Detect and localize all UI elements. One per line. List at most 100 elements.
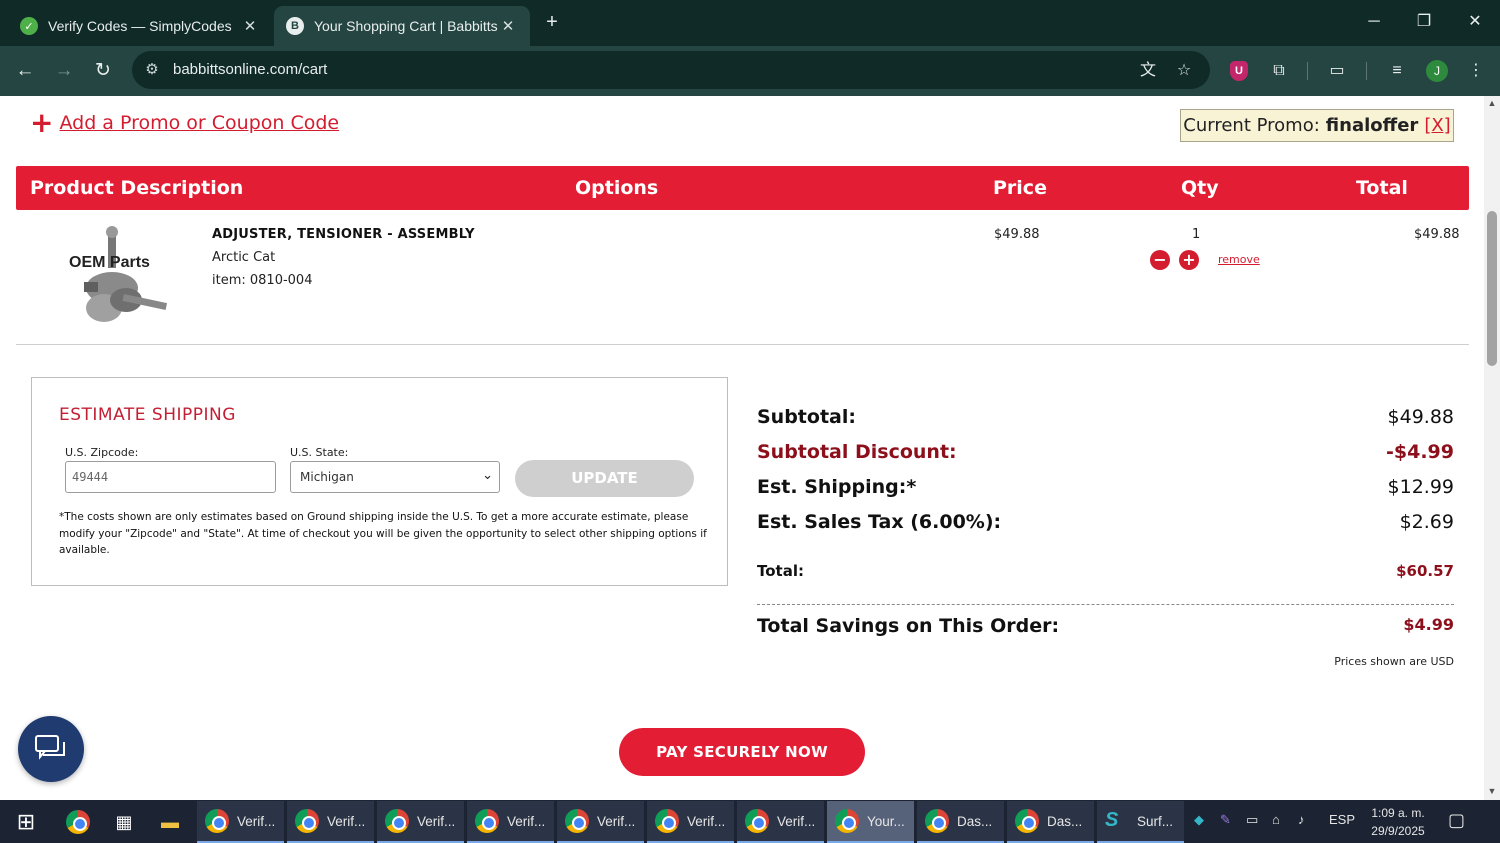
back-arrow-icon[interactable]: ← xyxy=(12,58,38,84)
taskbar-window[interactable]: Das... xyxy=(1007,801,1094,843)
browser-toolbar: ← → ↻ ⚙ babbittsonline.com/cart 文 ☆ U ⧉ … xyxy=(0,46,1500,96)
taskbar-window[interactable]: Das... xyxy=(917,801,1004,843)
menu-kebab-icon[interactable]: ⋮ xyxy=(1463,58,1489,84)
update-shipping-button[interactable]: UPDATE xyxy=(515,460,694,497)
close-icon[interactable]: ✕ xyxy=(498,17,518,35)
total-value: $60.57 xyxy=(1396,562,1454,580)
taskbar-window[interactable]: Verif... xyxy=(377,801,464,843)
taskbar-window-label: Surf... xyxy=(1137,813,1174,829)
tab-simplycodes[interactable]: ✓ Verify Codes — SimplyCodes ✕ xyxy=(0,6,272,46)
product-item-number: item: 0810-004 xyxy=(212,273,313,288)
reload-icon[interactable]: ↻ xyxy=(90,58,116,84)
currency-note: Prices shown are USD xyxy=(1334,655,1454,668)
language-indicator[interactable]: ESP xyxy=(1329,812,1355,827)
url-text[interactable]: babbittsonline.com/cart xyxy=(173,61,327,78)
item-line-total: $49.88 xyxy=(1414,227,1460,242)
chrome-icon xyxy=(385,809,409,833)
subtotal-label: Subtotal: xyxy=(757,406,856,428)
taskbar-window[interactable]: S Surf... xyxy=(1097,801,1184,843)
tab-title: Verify Codes — SimplyCodes xyxy=(48,18,232,34)
surfshark-tray-icon[interactable]: ◆ xyxy=(1194,812,1204,828)
add-promo-label[interactable]: Add a Promo or Coupon Code xyxy=(59,112,339,134)
increase-quantity-plus-icon[interactable]: + xyxy=(1179,250,1199,270)
restore-icon[interactable]: ❐ xyxy=(1410,10,1438,34)
close-icon[interactable]: ✕ xyxy=(240,17,260,35)
decrease-quantity-minus-icon[interactable]: − xyxy=(1150,250,1170,270)
cart-page: + Add a Promo or Coupon Code Current Pro… xyxy=(0,96,1484,800)
add-promo-link[interactable]: + Add a Promo or Coupon Code xyxy=(30,109,339,137)
tax-label: Est. Sales Tax (6.00%): xyxy=(757,511,1002,533)
pay-securely-button[interactable]: PAY SECURELY NOW xyxy=(619,728,865,776)
savings-label: Total Savings on This Order: xyxy=(757,615,1060,637)
clock-date: 29/9/2025 xyxy=(1371,824,1425,838)
extensions-puzzle-icon[interactable]: ⧉ xyxy=(1266,58,1292,84)
savings-value: $4.99 xyxy=(1403,615,1454,634)
volume-icon[interactable]: ♪ xyxy=(1298,812,1305,827)
chrome-icon xyxy=(835,809,859,833)
state-selected-value[interactable]: Michigan xyxy=(300,470,354,484)
notifications-icon[interactable]: ▢ xyxy=(1448,810,1465,831)
media-queue-icon[interactable]: ≡ xyxy=(1384,58,1410,84)
taskbar-window[interactable]: Verif... xyxy=(557,801,644,843)
header-qty: Qty xyxy=(1181,177,1219,199)
oem-parts-label: OEM Parts xyxy=(69,254,150,271)
chrome-icon xyxy=(205,809,229,833)
product-brand: Arctic Cat xyxy=(212,250,276,265)
item-quantity: 1 xyxy=(1192,227,1201,242)
scroll-down-icon[interactable]: ▼ xyxy=(1484,786,1500,796)
page-scrollbar[interactable]: ▲ ▼ xyxy=(1484,96,1500,800)
minimize-icon[interactable]: ─ xyxy=(1360,10,1388,34)
product-thumbnail[interactable]: OEM Parts xyxy=(64,226,174,331)
scrollbar-thumb[interactable] xyxy=(1487,211,1497,366)
state-select[interactable]: Michigan ⌄ xyxy=(290,461,500,493)
taskbar-window-label: Your... xyxy=(867,813,905,829)
current-promo-box: Current Promo: finaloffer [X] xyxy=(1180,109,1454,142)
zipcode-value[interactable]: 49444 xyxy=(72,470,108,484)
site-info-icon[interactable]: ⚙ xyxy=(142,60,162,80)
taskbar-window[interactable]: Verif... xyxy=(467,801,554,843)
address-bar[interactable]: ⚙ babbittsonline.com/cart 文 ☆ xyxy=(132,51,1210,89)
translate-icon[interactable]: 文 xyxy=(1137,60,1159,82)
tab-search-icon[interactable]: ▭ xyxy=(1324,58,1350,84)
taskbar-clock[interactable]: 1:09 a. m. 29/9/2025 xyxy=(1367,804,1429,840)
windows-start-icon[interactable]: ⊞ xyxy=(10,806,42,838)
file-explorer-icon[interactable]: ▬ xyxy=(154,806,186,838)
profile-initial: J xyxy=(1434,64,1440,78)
surfshark-icon: S xyxy=(1105,809,1119,831)
taskbar-window[interactable]: Verif... xyxy=(287,801,374,843)
forward-arrow-icon[interactable]: → xyxy=(51,58,77,84)
chrome-pinned-icon[interactable] xyxy=(62,806,94,838)
chrome-icon xyxy=(295,809,319,833)
header-options: Options xyxy=(575,177,659,199)
taskbar-window-active[interactable]: Your... xyxy=(827,801,914,843)
discount-label: Subtotal Discount: xyxy=(757,441,957,463)
scroll-up-icon[interactable]: ▲ xyxy=(1484,98,1500,108)
zipcode-input[interactable]: 49444 xyxy=(65,461,276,493)
bookmark-star-icon[interactable]: ☆ xyxy=(1173,60,1195,82)
close-window-icon[interactable]: ✕ xyxy=(1461,10,1489,34)
tab-babbitts-cart[interactable]: B Your Shopping Cart | Babbitts Online ✕ xyxy=(274,6,530,46)
remove-item-link[interactable]: remove xyxy=(1218,253,1260,266)
new-tab-plus-icon[interactable]: + xyxy=(540,10,564,34)
zipcode-label: U.S. Zipcode: xyxy=(65,446,139,459)
product-name[interactable]: ADJUSTER, TENSIONER - ASSEMBLY xyxy=(212,227,475,242)
profile-avatar[interactable]: J xyxy=(1426,60,1448,82)
estimate-shipping-title: ESTIMATE SHIPPING xyxy=(59,405,236,425)
toolbar-divider xyxy=(1366,62,1367,80)
taskbar-window[interactable]: Verif... xyxy=(647,801,734,843)
current-promo-label: Current Promo: xyxy=(1183,115,1320,136)
battery-icon[interactable]: ▭ xyxy=(1246,812,1258,828)
ublock-extension-icon[interactable]: U xyxy=(1230,61,1248,81)
pen-tray-icon[interactable]: ✎ xyxy=(1220,812,1231,828)
taskbar-window[interactable]: Verif... xyxy=(197,801,284,843)
chat-bubble-icon[interactable] xyxy=(18,716,84,782)
remove-promo-link[interactable]: [X] xyxy=(1424,115,1450,136)
shipping-cost-label: Est. Shipping:* xyxy=(757,476,917,498)
network-icon[interactable]: ⌂ xyxy=(1272,812,1280,827)
shipping-cost-value: $12.99 xyxy=(1387,476,1454,498)
crankshaft-image-icon xyxy=(84,226,168,322)
taskbar-window[interactable]: Verif... xyxy=(737,801,824,843)
tab-strip: ✓ Verify Codes — SimplyCodes ✕ B Your Sh… xyxy=(0,0,1500,46)
calculator-icon[interactable]: ▦ xyxy=(108,806,140,838)
discount-value: -$4.99 xyxy=(1386,441,1454,463)
